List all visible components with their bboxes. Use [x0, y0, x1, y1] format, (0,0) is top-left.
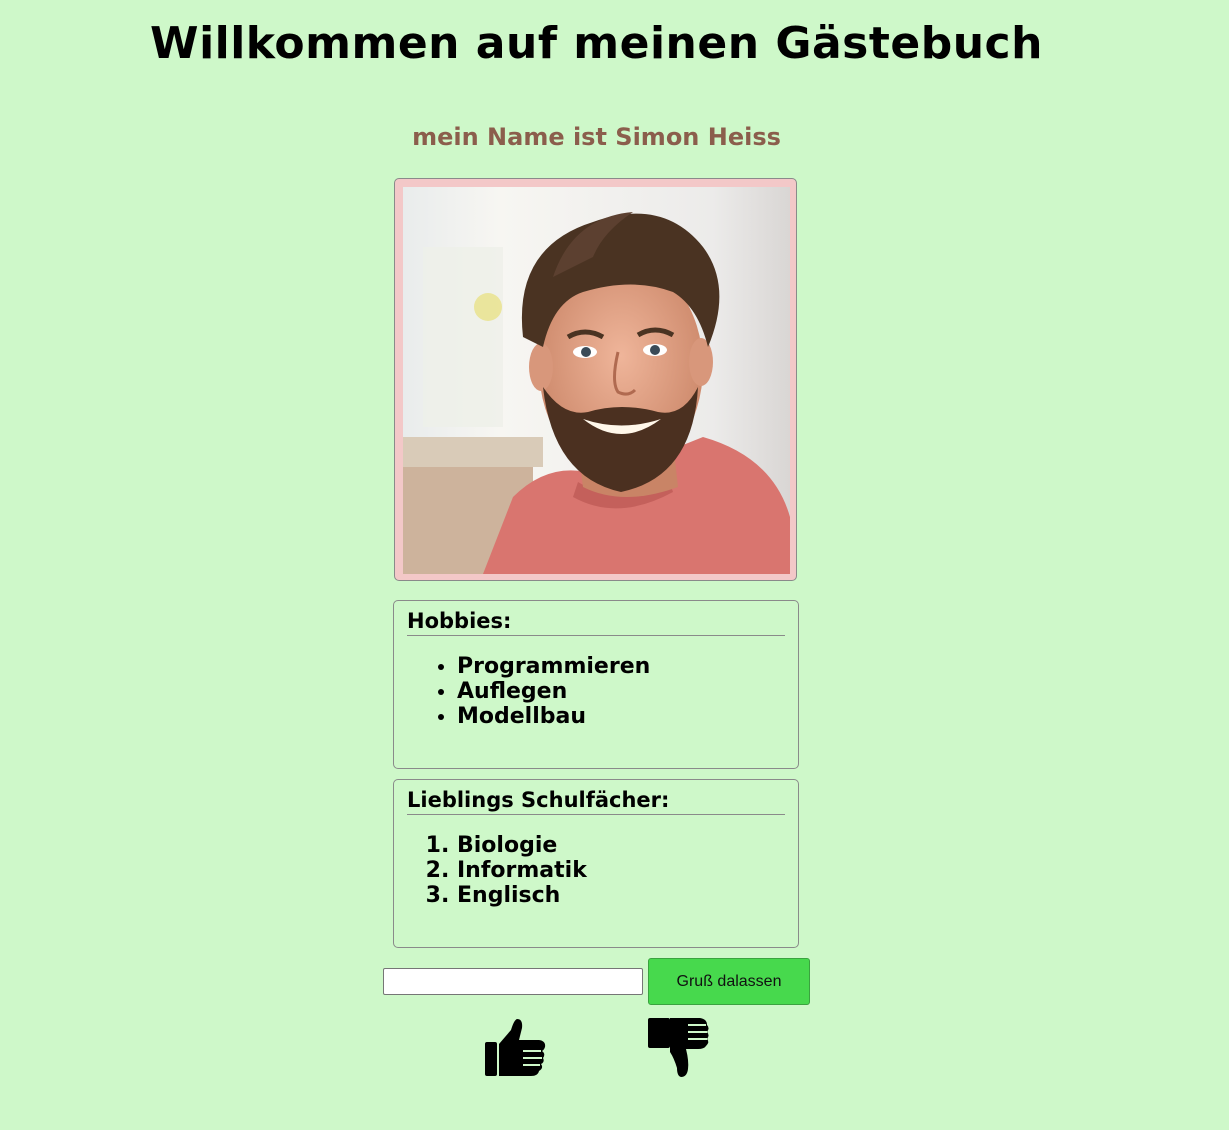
subjects-list: Biologie Informatik Englisch — [407, 833, 785, 908]
list-item: Biologie — [457, 833, 785, 858]
thumbs-down-icon[interactable] — [646, 1016, 710, 1080]
hobbies-card: Hobbies: Programmieren Auflegen Modellba… — [393, 600, 799, 769]
page-subtitle: mein Name ist Simon Heiss — [412, 123, 781, 151]
subjects-title: Lieblings Schulfächer: — [407, 788, 785, 815]
subjects-card: Lieblings Schulfächer: Biologie Informat… — [393, 779, 799, 948]
profile-photo-frame — [394, 178, 797, 581]
thumbs-up-icon[interactable] — [483, 1016, 547, 1080]
list-item: Programmieren — [457, 654, 785, 679]
list-item: Englisch — [457, 883, 785, 908]
hobbies-list: Programmieren Auflegen Modellbau — [407, 654, 785, 729]
leave-greeting-button[interactable]: Gruß dalassen — [648, 958, 810, 1005]
page-title: Willkommen auf meinen Gästebuch — [150, 18, 1043, 69]
list-item: Informatik — [457, 858, 785, 883]
list-item: Auflegen — [457, 679, 785, 704]
greeting-input[interactable] — [383, 968, 643, 995]
list-item: Modellbau — [457, 704, 785, 729]
profile-photo — [403, 187, 790, 574]
hobbies-title: Hobbies: — [407, 609, 785, 636]
